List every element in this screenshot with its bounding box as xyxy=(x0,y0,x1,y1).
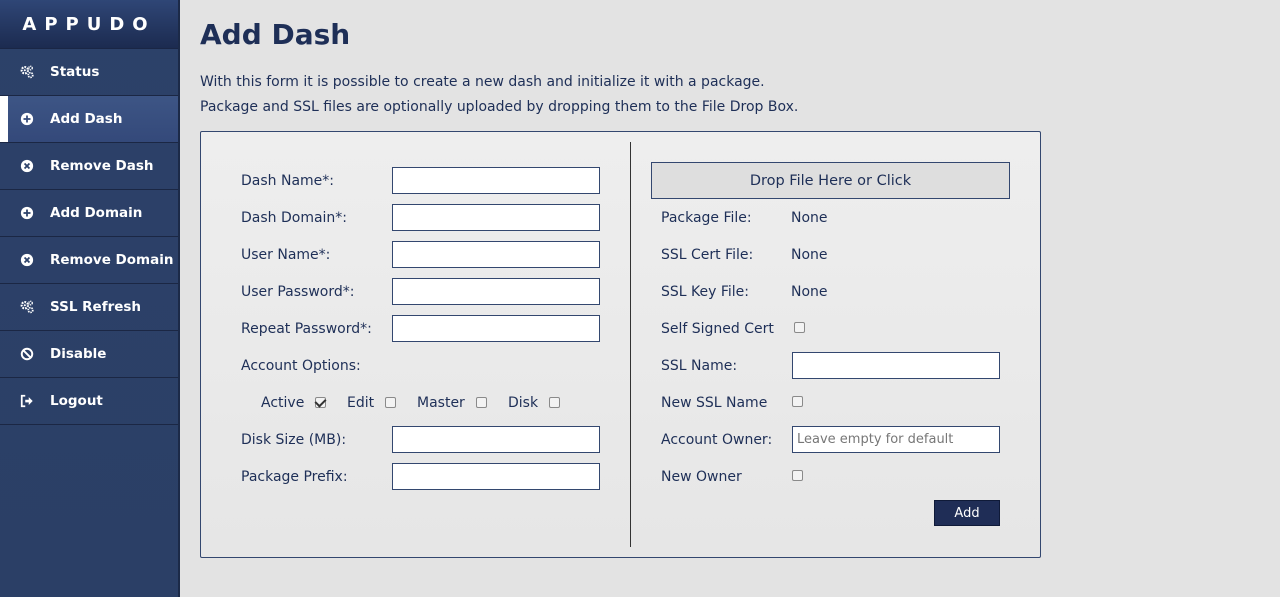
new-owner-checkbox[interactable] xyxy=(792,470,803,481)
plus-circle-icon xyxy=(20,112,34,126)
dash-name-label: Dash Name*: xyxy=(241,173,334,189)
add-dash-form: Dash Name*: Dash Domain*: User Name*: Us… xyxy=(200,131,1041,558)
nav-item-logout[interactable]: Logout xyxy=(0,378,178,425)
nav-label-remove-domain: Remove Domain xyxy=(50,252,174,268)
nav-item-remove-dash[interactable]: Remove Dash xyxy=(0,143,178,190)
gears-icon xyxy=(20,300,34,314)
sidebar: APPUDO Status Add Dash Remove Dash Add D… xyxy=(0,0,180,597)
new-owner-label: New Owner xyxy=(661,469,742,485)
package-file-value: None xyxy=(791,210,828,226)
nav-label-disable: Disable xyxy=(50,346,107,362)
x-circle-icon xyxy=(20,253,34,267)
user-name-label: User Name*: xyxy=(241,247,331,263)
new-ssl-name-checkbox[interactable] xyxy=(792,396,803,407)
master-checkbox[interactable] xyxy=(476,397,487,408)
account-owner-input[interactable] xyxy=(792,426,1000,453)
gears-icon xyxy=(20,65,34,79)
edit-option-label: Edit xyxy=(347,395,375,411)
nav-label-status: Status xyxy=(50,64,100,80)
nav-item-remove-domain[interactable]: Remove Domain xyxy=(0,237,178,284)
nav-label-remove-dash: Remove Dash xyxy=(50,158,154,174)
nav-item-add-domain[interactable]: Add Domain xyxy=(0,190,178,237)
account-owner-label: Account Owner: xyxy=(661,432,773,448)
disk-checkbox[interactable] xyxy=(549,397,560,408)
ssl-cert-file-label: SSL Cert File: xyxy=(661,247,754,263)
edit-checkbox[interactable] xyxy=(385,397,396,408)
app-logo: APPUDO xyxy=(0,0,178,49)
dash-domain-input[interactable] xyxy=(392,204,600,231)
nav-item-ssl-refresh[interactable]: SSL Refresh xyxy=(0,284,178,331)
package-file-label: Package File: xyxy=(661,210,752,226)
file-drop-box[interactable]: Drop File Here or Click xyxy=(651,162,1010,199)
self-signed-cert-label: Self Signed Cert xyxy=(661,321,774,337)
user-password-label: User Password*: xyxy=(241,284,355,300)
self-signed-cert-checkbox[interactable] xyxy=(794,322,805,333)
disk-option-label: Disk xyxy=(508,395,539,411)
x-circle-icon xyxy=(20,159,34,173)
active-checkbox[interactable] xyxy=(315,397,326,408)
nav-item-add-dash[interactable]: Add Dash xyxy=(0,96,178,143)
package-prefix-label: Package Prefix: xyxy=(241,469,348,485)
ssl-key-file-value: None xyxy=(791,284,828,300)
master-option-label: Master xyxy=(417,395,465,411)
user-name-input[interactable] xyxy=(392,241,600,268)
sign-out-icon xyxy=(20,394,34,408)
dash-name-input[interactable] xyxy=(392,167,600,194)
account-options-label: Account Options: xyxy=(241,358,361,374)
dash-domain-label: Dash Domain*: xyxy=(241,210,348,226)
plus-circle-icon xyxy=(20,206,34,220)
repeat-password-label: Repeat Password*: xyxy=(241,321,372,337)
add-button[interactable]: Add xyxy=(934,500,1000,526)
repeat-password-input[interactable] xyxy=(392,315,600,342)
intro-line-1: With this form it is possible to create … xyxy=(200,74,765,90)
nav-item-disable[interactable]: Disable xyxy=(0,331,178,378)
intro-text: With this form it is possible to create … xyxy=(200,70,798,120)
nav-label-add-domain: Add Domain xyxy=(50,205,143,221)
disk-size-input[interactable] xyxy=(392,426,600,453)
ssl-key-file-label: SSL Key File: xyxy=(661,284,749,300)
nav-item-status[interactable]: Status xyxy=(0,49,178,96)
package-prefix-input[interactable] xyxy=(392,463,600,490)
nav-label-logout: Logout xyxy=(50,393,103,409)
ssl-cert-file-value: None xyxy=(791,247,828,263)
ban-icon xyxy=(20,347,34,361)
nav-label-ssl-refresh: SSL Refresh xyxy=(50,299,142,315)
user-password-input[interactable] xyxy=(392,278,600,305)
nav-label-add-dash: Add Dash xyxy=(50,111,123,127)
disk-size-label: Disk Size (MB): xyxy=(241,432,347,448)
column-divider xyxy=(630,142,631,547)
intro-line-2: Package and SSL files are optionally upl… xyxy=(200,99,799,115)
new-ssl-name-label: New SSL Name xyxy=(661,395,768,411)
ssl-name-label: SSL Name: xyxy=(661,358,738,374)
page-title: Add Dash xyxy=(200,18,351,51)
active-option-label: Active xyxy=(261,395,305,411)
ssl-name-input[interactable] xyxy=(792,352,1000,379)
